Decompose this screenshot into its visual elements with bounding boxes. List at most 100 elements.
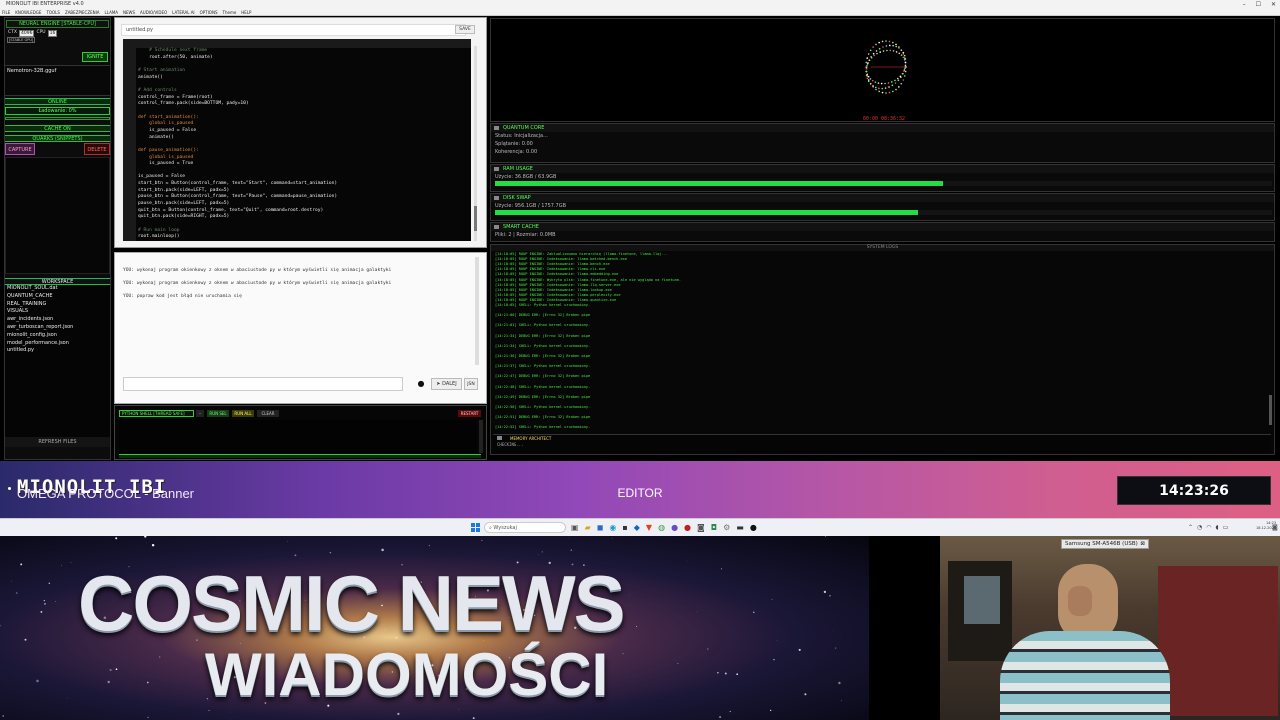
save-button[interactable]: SAVE: [455, 25, 475, 34]
shell-output[interactable]: [119, 420, 477, 453]
restart-button[interactable]: RESTART: [458, 410, 481, 417]
settings-icon[interactable]: ⚙: [723, 523, 730, 533]
record-icon[interactable]: ●: [415, 378, 427, 390]
workspace-list[interactable]: MIONOLIT_SOUL.dat QUANTUM_CACHE REAL_TRA…: [5, 285, 110, 437]
cache-info: Pliki: 2 | Rozmiar: 0.0MB: [495, 232, 556, 238]
model-select[interactable]: Nemotron-32B.gguf: [5, 65, 110, 96]
menu-knowledge[interactable]: KNOWLEDGE: [15, 9, 41, 15]
workspace-file[interactable]: model_performance.json: [5, 340, 110, 348]
ram-usage-text: Użycie: 36.8GB / 63.9GB: [495, 174, 557, 180]
cpu-input[interactable]: 16: [47, 30, 58, 37]
camera-label-close-icon[interactable]: ⊠: [1140, 540, 1145, 548]
edge-icon[interactable]: ◉: [609, 523, 616, 533]
maximize-icon[interactable]: ☐: [1256, 0, 1261, 9]
galaxy-star: [885, 45, 888, 47]
workspace-file[interactable]: MIONOLIT_SOUL.dat: [5, 285, 110, 293]
code-text[interactable]: # Schedule next frame root.after(50, ani…: [138, 48, 337, 241]
send-button[interactable]: ➤ DALEJ: [431, 378, 462, 390]
mode-badge-text[interactable]: [STABLE GPU]: [7, 37, 36, 43]
start-icon[interactable]: [471, 523, 480, 532]
galaxy-star: [866, 73, 869, 76]
discord-icon[interactable]: ●: [671, 523, 678, 533]
workspace-file[interactable]: VISUALS: [5, 308, 110, 316]
app-green-icon[interactable]: ◘: [711, 523, 717, 533]
chat-scrollbar[interactable]: [475, 257, 479, 365]
menu-file[interactable]: FILE: [2, 9, 10, 15]
refresh-files-button[interactable]: REFRESH FILES: [5, 437, 110, 447]
quantum-coherence: Koherencja: 0.00: [495, 149, 538, 155]
filename-field[interactable]: untitled.py: [121, 24, 466, 36]
taskbar-search[interactable]: ⌕ Wyszukaj: [484, 522, 566, 533]
quarks-list[interactable]: [5, 157, 110, 274]
app-red-icon[interactable]: ●: [684, 523, 691, 533]
workspace-file[interactable]: awr_turboscan_report.json: [5, 324, 110, 332]
workspace-file[interactable]: awr_incidents.json: [5, 316, 110, 324]
chrome-icon[interactable]: ◍: [658, 523, 665, 533]
menu-theme[interactable]: Theme: [223, 9, 237, 15]
volume-icon[interactable]: ◖: [1216, 523, 1219, 532]
delete-button[interactable]: DELETE: [84, 143, 110, 155]
run-sel-button[interactable]: RUN SEL: [207, 410, 229, 417]
galaxy-star: [875, 43, 877, 46]
shell-scrollbar[interactable]: [479, 420, 483, 453]
banner-subtitle: OMEGA PROTOCOL - Banner: [17, 486, 194, 501]
wifi-icon[interactable]: ◠: [1206, 523, 1211, 532]
menu-tools[interactable]: TOOLS: [46, 9, 60, 15]
code-area[interactable]: # Schedule next frame root.after(50, ani…: [123, 48, 471, 241]
vscode-icon[interactable]: ◆: [634, 523, 640, 533]
online-status: ONLINE: [5, 98, 110, 105]
menu-options[interactable]: OPTIONS: [200, 9, 218, 15]
galaxy-star: [894, 79, 896, 82]
close-icon[interactable]: ✕: [1271, 0, 1276, 9]
editor-scrollbar[interactable]: [474, 46, 477, 241]
cmd-icon[interactable]: ▬: [736, 523, 744, 533]
chat-input[interactable]: [123, 377, 403, 391]
editor-scroll-thumb[interactable]: [474, 206, 477, 231]
shell-input[interactable]: [119, 454, 481, 458]
menu-security[interactable]: ZABEZPIECZENIA: [65, 9, 100, 15]
capture-button[interactable]: CAPTURE: [5, 143, 35, 155]
battery-icon[interactable]: ▭: [1223, 523, 1229, 532]
menu-help[interactable]: HELP: [241, 9, 251, 15]
workspace-file[interactable]: REAL_TRAINING: [5, 301, 110, 309]
store-icon[interactable]: ◼: [597, 523, 604, 533]
obs-icon[interactable]: ◙: [697, 523, 705, 533]
workspace-file[interactable]: mionolit_config.json: [5, 332, 110, 340]
workspace-file[interactable]: QUANTUM_CACHE: [5, 293, 110, 301]
galaxy-star: [898, 86, 900, 88]
brave-icon[interactable]: ▼: [646, 523, 652, 533]
ctx-input[interactable]: 4096: [18, 30, 35, 37]
code-line: quit_btn.pack(side=RIGHT, padx=5): [138, 214, 230, 220]
shell-hide-button[interactable]: –: [196, 410, 204, 417]
menu-audio-video[interactable]: AUDIO/VIDEO: [140, 9, 167, 15]
record-app-icon[interactable]: ●: [750, 523, 757, 533]
workspace-file[interactable]: untitled.py: [5, 347, 110, 355]
terminal-icon[interactable]: ▪: [622, 523, 627, 533]
star: [0, 624, 1, 627]
galaxy-star: [872, 85, 874, 87]
ignite-button[interactable]: IGNITE: [82, 52, 108, 62]
loading-status: Ładowanie: 0%: [5, 107, 110, 115]
ram-title-text: RAM USAGE: [503, 166, 533, 172]
logs-scrollbar[interactable]: [1269, 395, 1272, 425]
menu-news[interactable]: NEWS: [123, 9, 135, 15]
galaxy-star: [872, 46, 874, 48]
menu-lateral-ai[interactable]: LATERAL AI: [172, 9, 195, 15]
run-all-button[interactable]: RUN ALL: [232, 410, 254, 417]
log-output[interactable]: [14:18:05] ROUP ENGINE: Zaktualizowano h…: [491, 252, 1266, 430]
mode-badge: [STABLE GPU]: [5, 37, 110, 43]
menu-llama[interactable]: LLAMA: [105, 9, 118, 15]
log-line: [14:21:37] SHELL: Python kernel uruchomi…: [495, 364, 591, 369]
galaxy-star: [875, 88, 877, 91]
json-button[interactable]: JSN: [464, 378, 478, 390]
star: [66, 697, 68, 699]
network-icon[interactable]: ◔: [1197, 523, 1202, 532]
notification-icon[interactable]: ◙: [1272, 524, 1278, 531]
log-line: [14:21:00] DEBUG ERR: [Errno 32] Broken …: [495, 313, 591, 318]
file-explorer-icon[interactable]: ▰: [585, 523, 591, 533]
clear-button[interactable]: CLEAR: [257, 410, 279, 417]
task-view-icon[interactable]: ▣: [571, 523, 579, 533]
galaxy-star: [889, 44, 891, 47]
chevron-up-icon[interactable]: ⌃: [1188, 523, 1193, 532]
minimize-icon[interactable]: –: [1243, 0, 1246, 9]
